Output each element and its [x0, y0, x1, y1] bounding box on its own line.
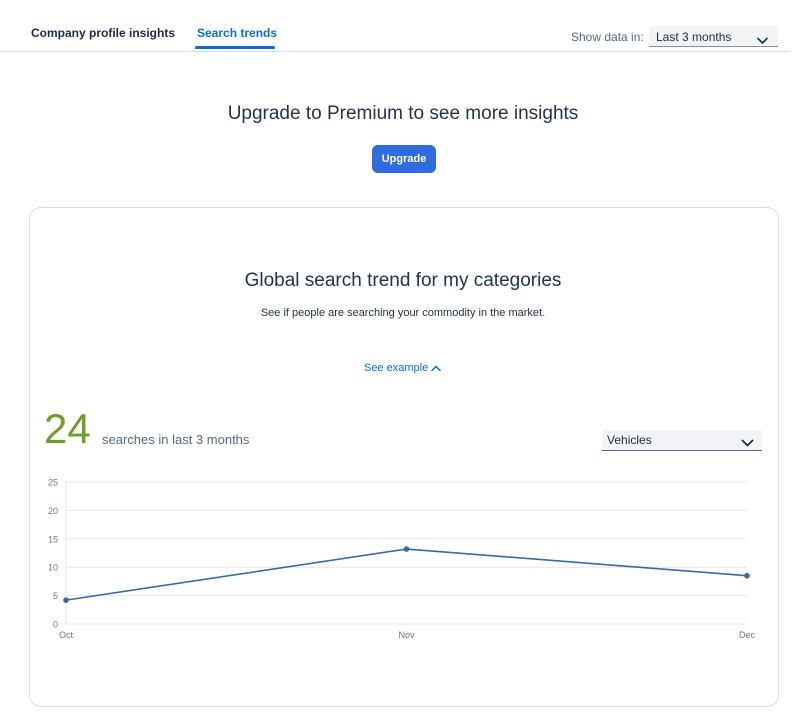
y-tick-label: 0	[53, 620, 58, 630]
search-count-label: searches in last 3 months	[102, 432, 250, 447]
x-tick-label: Dec	[739, 630, 756, 640]
period-select-value: Last 3 months	[656, 30, 732, 44]
card-title: Global search trend for my categories	[244, 270, 562, 291]
category-select[interactable]: Vehicles	[602, 430, 762, 451]
y-tick-label: 25	[48, 478, 58, 488]
upgrade-heading: Upgrade to Premium to see more insights	[227, 103, 579, 124]
y-tick-label: 10	[48, 563, 58, 573]
tab-search-trends[interactable]: Search trends	[197, 26, 277, 40]
see-example-label: See example	[364, 362, 429, 374]
chevron-down-icon	[741, 435, 754, 453]
search-trend-chart: 0 5 10 15 20 25 Oct Nov Dec	[48, 478, 756, 641]
card-subtitle: See if people are searching your commodi…	[260, 307, 546, 319]
upgrade-button[interactable]: Upgrade	[372, 145, 436, 173]
x-tick-label: Oct	[59, 630, 74, 640]
show-data-label: Show data in:	[571, 30, 644, 44]
tab-bar: Company profile insights Search trends S…	[0, 0, 790, 52]
chevron-down-icon	[757, 32, 768, 50]
tab-company-profile-insights[interactable]: Company profile insights	[31, 26, 175, 40]
data-point	[63, 597, 69, 603]
x-tick-label: Nov	[398, 630, 415, 640]
data-point	[744, 572, 750, 579]
chevron-up-icon	[431, 365, 441, 371]
y-tick-label: 20	[48, 506, 58, 516]
category-select-value: Vehicles	[607, 433, 652, 447]
y-tick-label: 15	[48, 534, 58, 544]
series-line	[65, 548, 748, 601]
scrollbar[interactable]	[791, 0, 800, 713]
y-tick-label: 5	[53, 591, 58, 601]
period-select[interactable]: Last 3 months	[649, 26, 778, 47]
data-point	[403, 546, 410, 552]
active-tab-indicator	[195, 46, 275, 49]
search-count: 24	[44, 405, 91, 452]
see-example-link[interactable]: See example	[364, 362, 441, 374]
